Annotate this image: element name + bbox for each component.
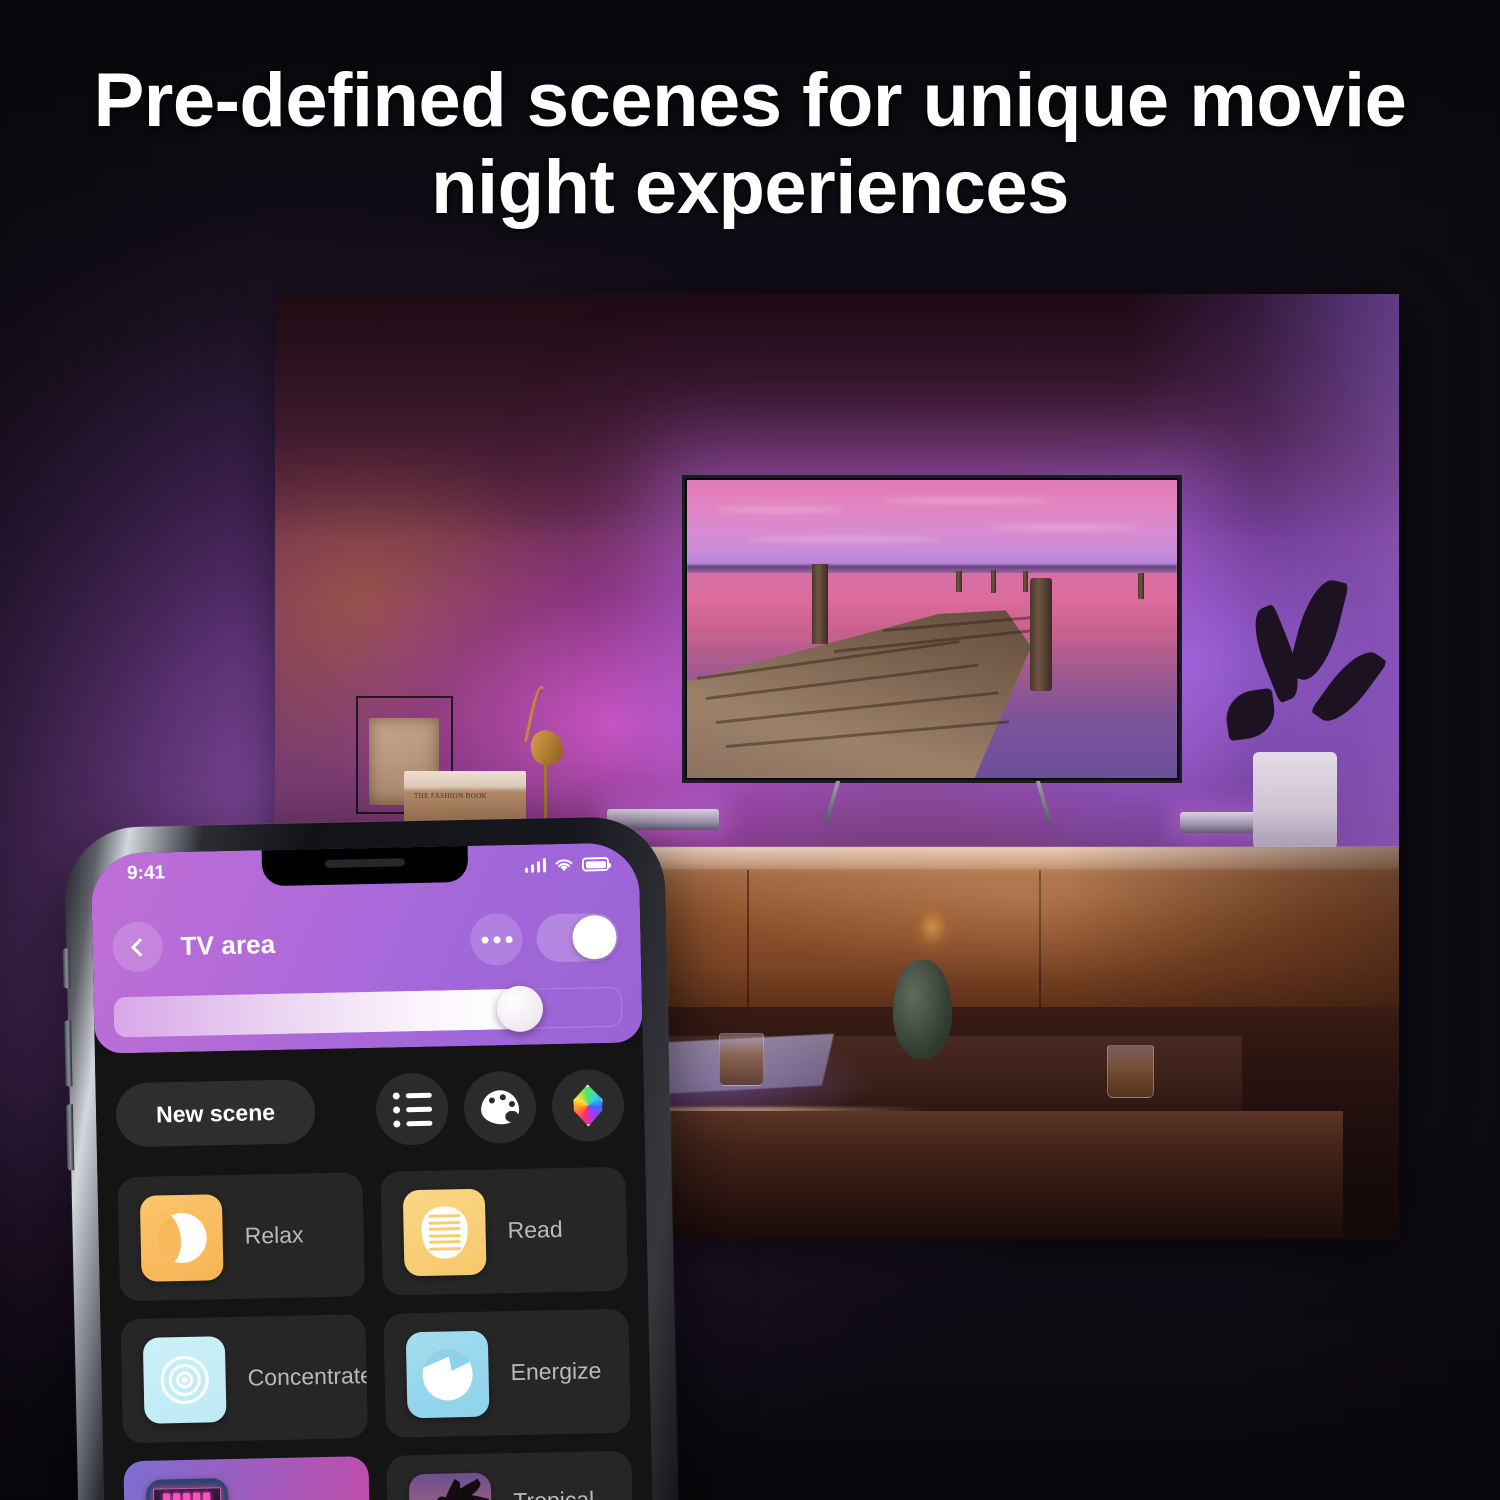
vase bbox=[893, 960, 952, 1060]
room-title: TV area bbox=[180, 928, 276, 961]
read-icon bbox=[402, 1188, 487, 1277]
back-button[interactable] bbox=[112, 921, 164, 973]
toggle-knob bbox=[572, 914, 617, 960]
phone-screen: 9:41 TV area New scene Relax Read Concen… bbox=[90, 842, 654, 1500]
color-palette-icon bbox=[480, 1089, 520, 1125]
phone-mute-switch[interactable] bbox=[62, 948, 71, 989]
scene-tile-tokyo[interactable]: Tokyo bbox=[123, 1456, 371, 1500]
room-nav-row: TV area bbox=[92, 904, 641, 979]
dried-flowers bbox=[904, 870, 961, 975]
chevron-left-icon bbox=[130, 937, 149, 957]
more-options-icon bbox=[480, 936, 489, 944]
color-bulb-button[interactable] bbox=[551, 1068, 625, 1143]
wifi-icon bbox=[555, 858, 573, 871]
page-headline: Pre-defined scenes for unique movie nigh… bbox=[93, 58, 1407, 230]
plant-pot bbox=[1252, 752, 1338, 857]
tokyo-scene-image bbox=[145, 1478, 230, 1500]
scene-label: Energize bbox=[510, 1357, 602, 1386]
list-view-button[interactable] bbox=[375, 1072, 449, 1146]
scene-grid: Relax Read Concentrate Energize bbox=[117, 1166, 634, 1500]
phone-volume-down-button[interactable] bbox=[65, 1104, 75, 1171]
scene-tile-relax[interactable]: Relax bbox=[117, 1172, 365, 1302]
scene-label: Concentrate bbox=[247, 1362, 368, 1392]
tv-picture-pier-sunset bbox=[686, 480, 1178, 778]
new-scene-button[interactable]: New scene bbox=[115, 1079, 316, 1148]
scenes-panel: New scene Relax Read Concentrate Energiz… bbox=[94, 1042, 654, 1500]
tea-glass bbox=[718, 1032, 764, 1086]
book-title: THE FASHION BOOK bbox=[413, 792, 488, 801]
battery-full-icon bbox=[581, 856, 610, 872]
scene-tile-concentrate[interactable]: Concentrate bbox=[120, 1314, 368, 1444]
scene-label: Tropical twilight bbox=[513, 1485, 633, 1500]
brightness-slider-handle[interactable] bbox=[496, 985, 544, 1033]
tropical-twilight-image bbox=[408, 1472, 493, 1500]
energize-icon bbox=[405, 1330, 490, 1419]
scene-label: Read bbox=[507, 1216, 563, 1244]
relax-icon bbox=[139, 1194, 224, 1282]
tv-stand bbox=[770, 781, 1107, 824]
status-bar-time: 9:41 bbox=[126, 862, 166, 885]
new-scene-label: New scene bbox=[155, 1098, 276, 1127]
brightness-slider[interactable] bbox=[113, 985, 623, 1038]
brightness-slider-fill bbox=[113, 988, 521, 1038]
television bbox=[681, 475, 1183, 783]
drinking-glass bbox=[1106, 1045, 1154, 1099]
scene-label: Relax bbox=[244, 1221, 304, 1250]
smartphone-mockup: 9:41 TV area New scene Relax Read Concen… bbox=[62, 815, 680, 1500]
scene-tile-read[interactable]: Read bbox=[380, 1166, 628, 1296]
list-view-icon bbox=[392, 1091, 432, 1128]
concentrate-icon bbox=[142, 1336, 227, 1424]
phone-volume-up-button[interactable] bbox=[64, 1020, 73, 1087]
color-palette-button[interactable] bbox=[463, 1070, 537, 1145]
room-power-toggle[interactable] bbox=[536, 912, 620, 963]
room-header-card: 9:41 TV area bbox=[90, 842, 643, 1054]
cellular-signal-icon bbox=[524, 858, 547, 873]
color-bulb-icon bbox=[571, 1084, 606, 1127]
scene-tile-tropical-twilight[interactable]: Tropical twilight bbox=[386, 1450, 634, 1500]
scene-tile-energize[interactable]: Energize bbox=[383, 1308, 631, 1438]
scenes-toolbar: New scene bbox=[115, 1068, 625, 1152]
more-options-button[interactable] bbox=[469, 912, 524, 966]
